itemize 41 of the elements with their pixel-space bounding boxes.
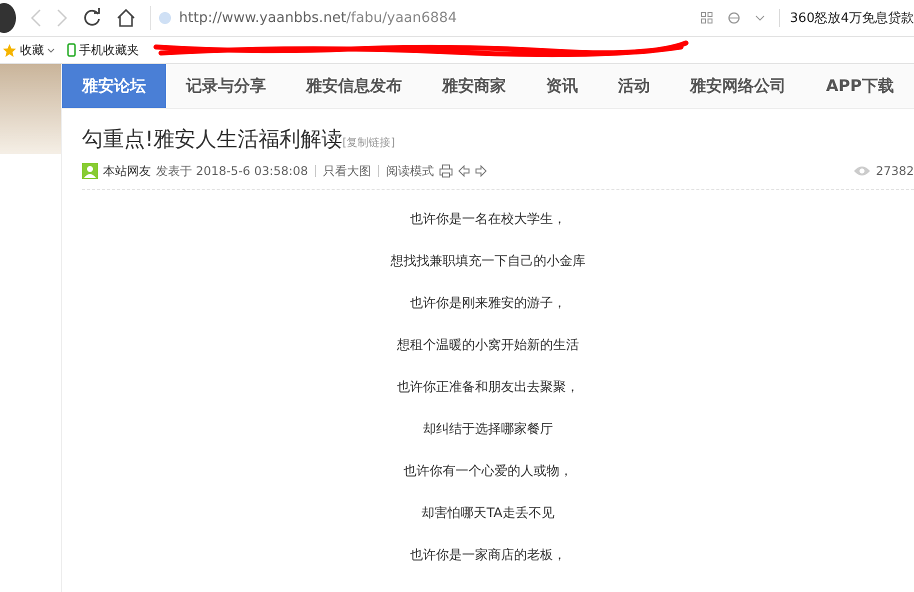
reading-mode-link[interactable]: 阅读模式: [386, 162, 434, 180]
globe-icon: [159, 12, 171, 24]
nav-tab[interactable]: 雅安论坛: [62, 64, 166, 108]
post-paragraph: 想找找兼职填充一下自己的小金库: [390, 253, 586, 271]
only-images-link[interactable]: 只看大图: [323, 162, 371, 180]
browser-mode-icon[interactable]: [726, 11, 741, 25]
arrow-right-icon[interactable]: [475, 165, 487, 177]
home-icon[interactable]: [116, 8, 136, 28]
phone-icon: [67, 43, 76, 57]
bookmark-item[interactable]: 收藏: [2, 42, 55, 58]
post-date: 发表于 2018-5-6 03:58:08: [156, 162, 308, 180]
nav-tab[interactable]: 活动: [598, 64, 670, 108]
nav-tab[interactable]: 雅安信息发布: [286, 64, 422, 108]
grid-icon[interactable]: [700, 12, 713, 24]
news-ticker[interactable]: 360怒放4万免息贷款: [778, 9, 914, 27]
view-count: 27382: [876, 164, 914, 178]
star-icon: [2, 42, 17, 58]
reload-icon[interactable]: [82, 8, 102, 28]
nav-tab[interactable]: APP下载: [806, 64, 914, 108]
post-paragraph: 也许你是刚来雅安的游子，: [410, 295, 566, 313]
arrow-left-icon[interactable]: [458, 165, 470, 177]
post-paragraph: 也许你正准备和朋友出去聚聚，: [397, 379, 579, 397]
author-link[interactable]: 本站网友: [103, 162, 151, 180]
post-paragraph: 想租个温暖的小窝开始新的生活: [397, 337, 579, 355]
chevron-down-icon[interactable]: [754, 15, 765, 21]
post-paragraph: 却纠结于选择哪家餐厅: [423, 421, 553, 439]
post-title: 勾重点!雅安人生活福利解读: [82, 126, 342, 153]
user-icon: [82, 163, 98, 179]
eye-icon: [852, 165, 871, 177]
post-paragraph: 也许你是一名在校大学生，: [410, 211, 566, 229]
bookmark-item[interactable]: 手机收藏夹: [67, 42, 139, 58]
post-paragraph: 也许你有一个心爱的人或物，: [404, 463, 572, 481]
nav-tab[interactable]: 资讯: [526, 64, 598, 108]
nav-tab[interactable]: 雅安商家: [422, 64, 526, 108]
chevron-down-icon: [47, 48, 55, 52]
post-paragraph: 也许你是一家商店的老板，: [410, 547, 566, 565]
address-bar[interactable]: http://www.yaanbbs.net/fabu/yaan6884: [150, 6, 687, 30]
nav-tab[interactable]: 雅安网络公司: [670, 64, 806, 108]
post-paragraph: 却害怕哪天TA走丢不见: [422, 505, 554, 523]
print-icon[interactable]: [439, 164, 453, 178]
nav-tab[interactable]: 记录与分享: [166, 64, 286, 108]
